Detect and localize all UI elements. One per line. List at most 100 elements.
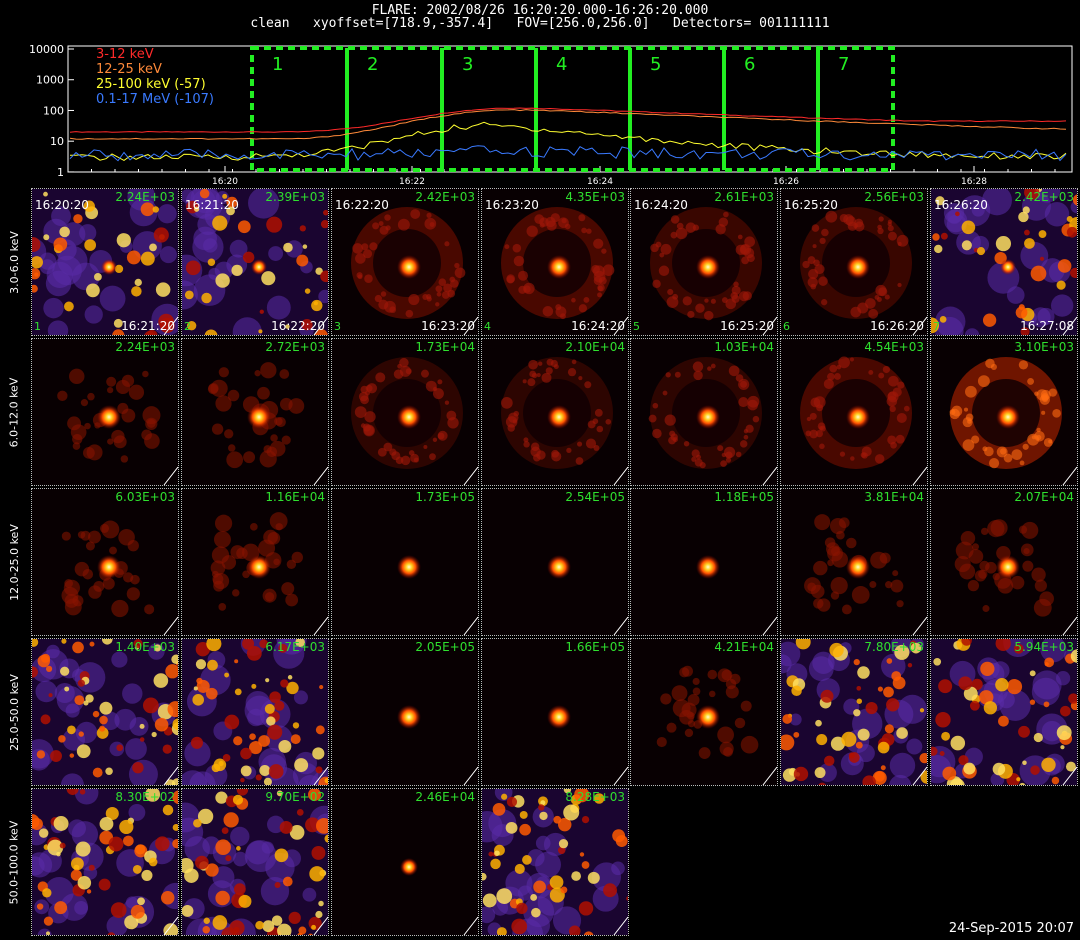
image-maximum-value: 2.07E+04	[1014, 490, 1074, 504]
image-maximum-value: 2.42E+03	[1014, 190, 1074, 204]
interval-index: 2	[184, 320, 191, 333]
interval-start-time: 16:22:20	[335, 198, 389, 212]
x-tick-label: 16:20	[212, 177, 238, 187]
flare-image-tile: 2.56E+03 16:25:20 16:26:20 6	[780, 188, 928, 336]
image-maximum-value: 2.10E+04	[565, 340, 625, 354]
energy-band-label: 3.0-6.0 keV	[7, 230, 21, 294]
interval-index: 5	[633, 320, 640, 333]
flare-image-tile: 2.46E+04	[331, 788, 479, 936]
interval-index: 7	[933, 320, 940, 333]
flare-image-tile: 5.94E+03	[930, 638, 1078, 786]
flare-image-tile: 1.18E+05	[630, 488, 778, 636]
legend-entry: 3-12 keV	[96, 47, 154, 62]
interval-number: 5	[650, 54, 661, 75]
flare-image-tile: 1.66E+05	[481, 638, 629, 786]
energy-band-label: 25.0-50.0 keV	[7, 673, 21, 751]
flare-image-tile: 7.80E+03	[780, 638, 928, 786]
image-maximum-value: 1.03E+04	[714, 340, 774, 354]
image-maximum-value: 2.56E+03	[864, 190, 924, 204]
image-maximum-value: 4.35E+03	[565, 190, 625, 204]
image-maximum-value: 6.17E+03	[265, 640, 325, 654]
interval-end-time: 16:21:20	[121, 319, 175, 333]
legend-entry: 12-25 keV	[96, 62, 162, 77]
y-tick-label: 100	[43, 104, 64, 117]
lightcurve-series	[69, 109, 1067, 140]
interval-end-time: 16:26:20	[870, 319, 924, 333]
flare-image-tile: 4.54E+03	[780, 338, 928, 486]
x-tick-label: 16:28	[961, 177, 987, 187]
flare-image-tile: 6.03E+03	[31, 488, 179, 636]
image-maximum-value: 8.30E+02	[115, 790, 175, 804]
image-maximum-value: 1.73E+05	[415, 490, 475, 504]
image-maximum-value: 2.72E+03	[265, 340, 325, 354]
flare-image-tile: 2.42E+03 16:22:20 16:23:20 3	[331, 188, 479, 336]
flare-image-tile: 2.54E+05	[481, 488, 629, 636]
flare-image-tile: 9.70E+02	[181, 788, 329, 936]
legend-entry: 0.1-17 MeV (-107)	[96, 92, 214, 107]
interval-index: 4	[484, 320, 491, 333]
image-maximum-value: 8.28E+03	[565, 790, 625, 804]
flare-image-tile: 4.21E+04	[630, 638, 778, 786]
image-maximum-value: 2.05E+05	[415, 640, 475, 654]
interval-index: 3	[334, 320, 341, 333]
flare-image-tile: 2.24E+03	[31, 338, 179, 486]
interval-start-time: 16:20:20	[35, 198, 89, 212]
y-tick-label: 1000	[36, 74, 64, 87]
image-maximum-value: 1.73E+04	[415, 340, 475, 354]
interval-number: 7	[838, 54, 849, 75]
flare-image-tile: 8.30E+02	[31, 788, 179, 936]
image-maximum-value: 1.18E+05	[714, 490, 774, 504]
image-maximum-value: 9.70E+02	[265, 790, 325, 804]
image-maximum-value: 4.54E+03	[864, 340, 924, 354]
flare-image-tile: 1.16E+04	[181, 488, 329, 636]
interval-start-time: 16:26:20	[934, 198, 988, 212]
interval-end-time: 16:23:20	[421, 319, 475, 333]
image-maximum-value: 2.61E+03	[714, 190, 774, 204]
flare-image-tile: 2.72E+03	[181, 338, 329, 486]
interval-start-time: 16:23:20	[485, 198, 539, 212]
image-maximum-value: 5.94E+03	[1014, 640, 1074, 654]
x-tick-label: 16:26	[773, 177, 799, 187]
legend-entry: 25-100 keV (-57)	[96, 77, 206, 92]
image-maximum-value: 1.16E+04	[265, 490, 325, 504]
flare-image-tile: 3.10E+03	[930, 338, 1078, 486]
energy-band-label: 12.0-25.0 keV	[7, 523, 21, 601]
x-tick-label: 16:22	[399, 177, 425, 187]
flare-image-tile: 1.40E+03	[31, 638, 179, 786]
image-maximum-value: 1.40E+03	[115, 640, 175, 654]
interval-number: 3	[462, 54, 473, 75]
lightcurve-series	[70, 121, 1067, 161]
flare-image-tile: 2.07E+04	[930, 488, 1078, 636]
y-tick-label: 10	[50, 135, 64, 148]
image-maximum-value: 2.54E+05	[565, 490, 625, 504]
image-maximum-value: 3.10E+03	[1014, 340, 1074, 354]
plot-timestamp: 24-Sep-2015 20:07	[948, 921, 1074, 936]
flare-image-tile: 2.61E+03 16:24:20 16:25:20 5	[630, 188, 778, 336]
interval-start-time: 16:24:20	[634, 198, 688, 212]
flare-image-tile: 3.81E+04	[780, 488, 928, 636]
interval-number: 4	[556, 54, 567, 75]
interval-end-time: 16:22:20	[271, 319, 325, 333]
image-maximum-value: 2.24E+03	[115, 340, 175, 354]
energy-band-label: 50.0-100.0 keV	[7, 820, 21, 904]
interval-start-time: 16:21:20	[185, 198, 239, 212]
y-tick-label: 10000	[29, 43, 64, 56]
y-tick-label: 1	[57, 166, 64, 179]
flare-image-tile: 2.24E+03 16:20:20 16:21:20 1	[31, 188, 179, 336]
image-maximum-value: 3.81E+04	[864, 490, 924, 504]
flare-image-tile: 2.10E+04	[481, 338, 629, 486]
interval-number: 1	[272, 54, 283, 75]
lightcurve-series	[69, 107, 1067, 133]
interval-end-time: 16:25:20	[720, 319, 774, 333]
flare-image-tile: 8.28E+03	[481, 788, 629, 936]
image-maximum-value: 2.42E+03	[415, 190, 475, 204]
flare-image-tile: 1.73E+04	[331, 338, 479, 486]
lightcurve-plot: 10000 1000 100 10 1 16:20 16:22 16:24 16:26 16:28…	[29, 43, 1073, 187]
flare-image-tile: 1.03E+04	[630, 338, 778, 486]
image-maximum-value: 7.80E+03	[864, 640, 924, 654]
interval-number: 6	[744, 54, 755, 75]
image-maximum-value: 2.46E+04	[415, 790, 475, 804]
energy-band-label: 6.0-12.0 keV	[7, 377, 21, 447]
image-maximum-value: 2.39E+03	[265, 190, 325, 204]
flare-image-tile: 2.05E+05	[331, 638, 479, 786]
